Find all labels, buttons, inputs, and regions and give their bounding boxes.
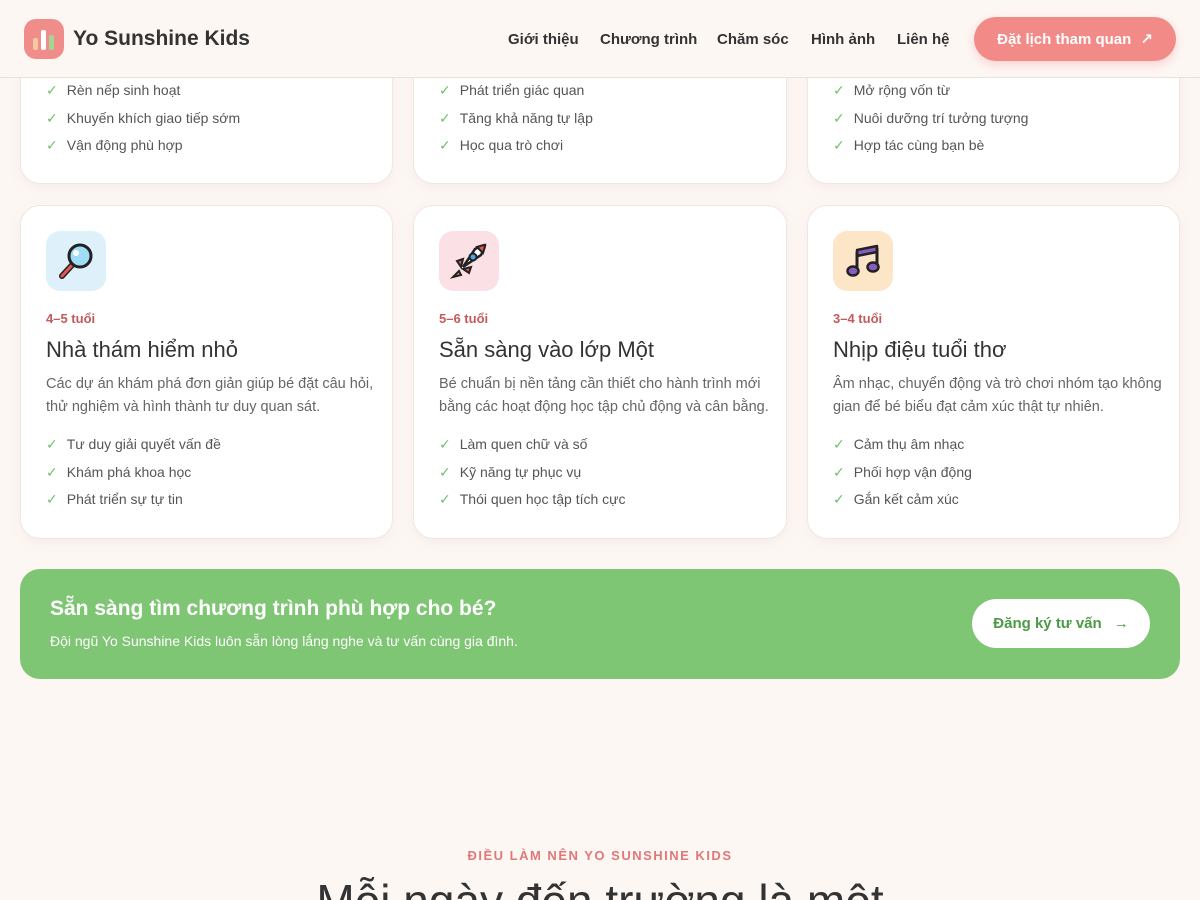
list-item: ✓ Tăng khả năng tự lập: [439, 110, 593, 126]
check-icon: ✓: [46, 110, 58, 126]
book-visit-button[interactable]: Đặt lịch tham quan ↗: [974, 17, 1176, 61]
nav-item-gioi-thieu[interactable]: Giới thiệu: [508, 31, 579, 48]
list-item: ✓ Gắn kết cảm xúc: [833, 491, 959, 507]
consult-banner: Sẵn sàng tìm chương trình phù hợp cho bé…: [20, 569, 1180, 679]
register-consult-label: Đăng ký tư vấn: [993, 615, 1102, 632]
card-description: Âm nhạc, chuyển động và trò chơi nhóm tạ…: [833, 376, 1162, 415]
program-card-grade-one: 5–6 tuổi Sẵn sàng vào lớp Một Bé chuẩn b…: [413, 205, 787, 539]
section-heading: Mỗi ngày đến trường là một: [0, 874, 1200, 900]
list-item: ✓ Khuyến khích giao tiếp sớm: [46, 110, 241, 126]
check-icon: ✓: [439, 137, 451, 153]
site-header: Yo Sunshine Kids Giới thiệu Chương trình…: [0, 0, 1200, 78]
card-description: Các dự án khám phá đơn giản giúp bé đặt …: [46, 376, 374, 415]
check-icon: ✓: [46, 464, 58, 480]
music-note-icon: [833, 231, 893, 291]
card-description: Bé chuẩn bị nền tảng cần thiết cho hành …: [439, 376, 769, 415]
arrow-right-icon: →: [1113, 615, 1129, 632]
book-visit-label: Đặt lịch tham quan: [997, 30, 1132, 48]
list-item: ✓ Phát triển sự tự tin: [46, 491, 183, 507]
logo-icon[interactable]: [24, 19, 64, 59]
section-eyebrow: ĐIỀU LÀM NÊN YO SUNSHINE KIDS: [467, 848, 733, 863]
nav-item-cham-soc[interactable]: Chăm sóc: [717, 31, 789, 48]
check-icon: ✓: [46, 137, 58, 153]
check-icon: ✓: [46, 436, 58, 452]
check-icon: ✓: [833, 137, 845, 153]
age-label: 5–6 tuổi: [439, 311, 489, 326]
magnifier-icon: [46, 231, 106, 291]
card-title: Nhà thám hiểm nhỏ: [46, 337, 238, 362]
list-item: ✓ Cảm thụ âm nhạc: [833, 436, 965, 452]
list-item: ✓ Vận động phù hợp: [46, 137, 183, 153]
check-icon: ✓: [439, 464, 451, 480]
check-icon: ✓: [439, 110, 451, 126]
check-icon: ✓: [439, 491, 451, 507]
nav-item-lien-he[interactable]: Liên hệ: [897, 31, 950, 48]
check-icon: ✓: [833, 436, 845, 452]
card-title: Nhịp điệu tuổi thơ: [833, 337, 1007, 362]
list-item: ✓ Làm quen chữ và số: [439, 436, 588, 452]
nav-item-hinh-anh[interactable]: Hình ảnh: [811, 31, 875, 48]
list-item: ✓ Hợp tác cùng bạn bè: [833, 137, 985, 153]
age-label: 4–5 tuổi: [46, 311, 96, 326]
list-item: ✓ Khám phá khoa học: [46, 464, 192, 480]
list-item: ✓ Học qua trò chơi: [439, 137, 564, 153]
nav-item-chuong-trinh[interactable]: Chương trình: [600, 31, 697, 48]
rocket-icon: [439, 231, 499, 291]
card-title: Sẵn sàng vào lớp Một: [439, 337, 654, 362]
list-item: ✓ Mở rộng vốn từ: [833, 82, 951, 98]
age-label: 3–4 tuổi: [833, 311, 883, 326]
list-item: ✓ Phối hợp vận động: [833, 464, 972, 480]
program-card-explorer: 4–5 tuổi Nhà thám hiểm nhỏ Các dự án khá…: [20, 205, 393, 539]
list-item: ✓ Rèn nếp sinh hoạt: [46, 82, 181, 98]
list-item: ✓ Kỹ năng tự phục vụ: [439, 464, 582, 480]
check-icon: ✓: [439, 82, 451, 98]
banner-title: Sẵn sàng tìm chương trình phù hợp cho bé…: [50, 597, 497, 620]
banner-subtitle: Đội ngũ Yo Sunshine Kids luôn sẵn lòng l…: [50, 633, 518, 649]
check-icon: ✓: [46, 491, 58, 507]
list-item: ✓ Thói quen học tập tích cực: [439, 491, 626, 507]
brand-name[interactable]: Yo Sunshine Kids: [73, 27, 250, 51]
program-card-rhythm: 3–4 tuổi Nhịp điệu tuổi thơ Âm nhạc, chu…: [807, 205, 1180, 539]
list-item: ✓ Nuôi dưỡng trí tưởng tượng: [833, 110, 1029, 126]
check-icon: ✓: [833, 82, 845, 98]
check-icon: ✓: [439, 436, 451, 452]
check-icon: ✓: [46, 82, 58, 98]
check-icon: ✓: [833, 491, 845, 507]
list-item: ✓ Tư duy giải quyết vấn đề: [46, 436, 221, 452]
arrow-up-right-icon: ↗: [1140, 31, 1153, 48]
check-icon: ✓: [833, 464, 845, 480]
register-consult-button[interactable]: Đăng ký tư vấn →: [972, 599, 1150, 648]
list-item: ✓ Phát triển giác quan: [439, 82, 585, 98]
check-icon: ✓: [833, 110, 845, 126]
